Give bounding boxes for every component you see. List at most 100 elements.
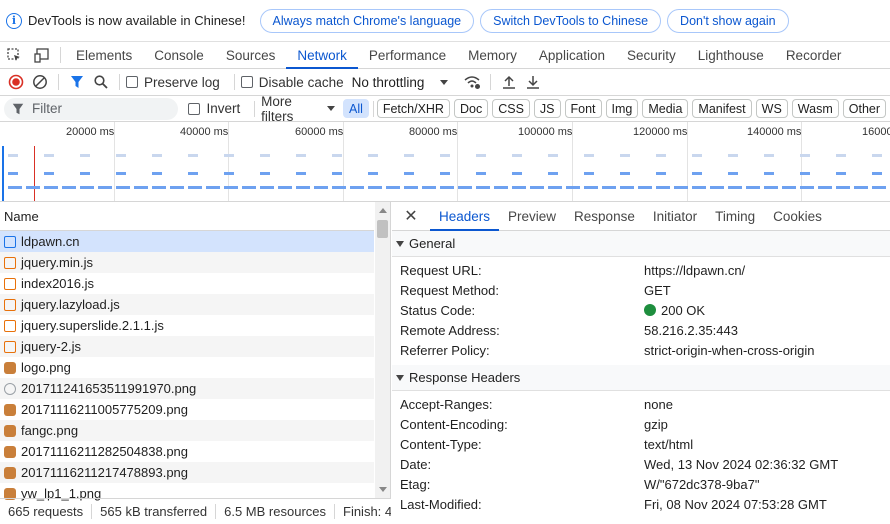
waterfall-bar [314, 186, 328, 189]
waterfall-bar [170, 186, 184, 189]
header-value: none [644, 396, 673, 412]
waterfall-bar [188, 154, 198, 157]
chip-img[interactable]: Img [605, 99, 639, 118]
tab-cookies[interactable]: Cookies [764, 202, 831, 230]
request-row[interactable]: 201711241653511991970.png [0, 378, 374, 399]
chip-css[interactable]: CSS [492, 99, 530, 118]
request-row[interactable]: fangc.png [0, 420, 374, 441]
request-name: ldpawn.cn [21, 234, 80, 249]
record-icon[interactable] [4, 70, 28, 94]
clear-icon[interactable] [28, 70, 52, 94]
tab-initiator[interactable]: Initiator [644, 202, 706, 230]
request-details-pane: ✕ Headers Preview Response Initiator Tim… [392, 202, 890, 524]
chip-doc[interactable]: Doc [453, 99, 489, 118]
tab-preview[interactable]: Preview [499, 202, 565, 230]
tab-network[interactable]: Network [286, 42, 358, 69]
search-icon[interactable] [89, 70, 113, 94]
chip-font[interactable]: Font [564, 99, 602, 118]
export-har-icon[interactable] [521, 70, 545, 94]
checkbox-box[interactable] [240, 76, 253, 88]
chip-js[interactable]: JS [533, 99, 561, 118]
waterfall-bar [692, 154, 702, 157]
device-toolbar-icon[interactable] [28, 42, 56, 68]
tab-timing[interactable]: Timing [706, 202, 764, 230]
chip-ws[interactable]: WS [755, 99, 788, 118]
request-name: 20171116211217478893.png [21, 465, 189, 480]
request-row[interactable]: jquery.superslide.2.1.1.js [0, 315, 374, 336]
waterfall-bar [44, 154, 54, 157]
disable-cache-checkbox[interactable]: Disable cache [240, 74, 344, 90]
waterfall-bar [584, 172, 594, 175]
disable-cache-label: Disable cache [258, 74, 344, 90]
preserve-log-checkbox[interactable]: Preserve log [126, 75, 220, 90]
response-headers-section-toggle[interactable]: Response Headers [392, 365, 890, 391]
waterfall-bar [710, 186, 724, 189]
chip-fetch-xhr[interactable]: Fetch/XHR [376, 99, 450, 118]
checkbox-box[interactable] [126, 76, 138, 88]
waterfall-bar [458, 186, 472, 189]
toolbar-separator [372, 100, 374, 117]
request-list: ldpawn.cn jquery.min.js index2016.js jquery… [0, 231, 374, 504]
import-har-icon[interactable] [497, 70, 521, 94]
waterfall-bar [494, 186, 508, 189]
header-value: 58.216.2.35:443 [644, 322, 738, 338]
request-row[interactable]: ldpawn.cn [0, 231, 374, 252]
request-row[interactable]: 20171116211217478893.png [0, 462, 374, 483]
chip-manifest[interactable]: Manifest [692, 99, 752, 118]
header-value: W/"672dc378-9ba7" [644, 476, 760, 492]
timeline-tick-label: 120000 ms [633, 126, 688, 138]
chip-wasm[interactable]: Wasm [791, 99, 839, 118]
waterfall-bar [386, 186, 400, 189]
inspect-element-icon[interactable] [0, 42, 28, 68]
request-row[interactable]: jquery-2.js [0, 336, 374, 357]
throttling-select[interactable]: No throttling [352, 75, 449, 90]
tab-console[interactable]: Console [143, 42, 215, 68]
invert-checkbox[interactable]: Invert [188, 101, 240, 116]
waterfall-bar [584, 154, 594, 157]
tab-application[interactable]: Application [528, 42, 616, 68]
request-row[interactable]: logo.png [0, 357, 374, 378]
filter-funnel-icon[interactable] [65, 70, 89, 94]
request-row[interactable]: jquery.min.js [0, 252, 374, 273]
tab-lighthouse[interactable]: Lighthouse [687, 42, 775, 68]
tab-headers[interactable]: Headers [430, 202, 500, 231]
waterfall-bar [404, 186, 418, 189]
network-conditions-icon[interactable] [460, 70, 484, 94]
scroll-thumb[interactable] [377, 220, 388, 238]
tab-sources[interactable]: Sources [215, 42, 287, 68]
waterfall-bar [728, 186, 742, 189]
header-key: Last-Modified: [400, 496, 482, 512]
request-list-scrollbar[interactable] [375, 202, 390, 498]
switch-to-chinese-button[interactable]: Switch DevTools to Chinese [480, 8, 662, 33]
tab-elements[interactable]: Elements [65, 42, 143, 68]
checkbox-box[interactable] [188, 102, 201, 115]
request-row[interactable]: 20171116211005775209.png [0, 399, 374, 420]
header-row: Request Method: GET [392, 280, 890, 300]
header-row: Content-Type: text/html [392, 434, 890, 454]
caret-down-icon [396, 374, 404, 381]
chip-all[interactable]: All [343, 99, 369, 118]
match-chrome-language-button[interactable]: Always match Chrome's language [259, 8, 475, 33]
scroll-up-icon[interactable] [379, 208, 387, 213]
waterfall-bar [152, 172, 162, 175]
general-section-toggle[interactable]: General [392, 231, 890, 257]
filter-input[interactable]: Filter [4, 97, 179, 120]
request-row[interactable]: jquery.lazyload.js [0, 294, 374, 315]
network-overview-timeline[interactable]: 20000 ms 40000 ms 60000 ms 80000 ms 1000… [0, 122, 890, 202]
more-filters-dropdown[interactable]: More filters [261, 94, 335, 124]
close-icon[interactable]: ✕ [392, 202, 430, 230]
dont-show-again-button[interactable]: Don't show again [667, 8, 789, 33]
tab-recorder[interactable]: Recorder [775, 42, 853, 68]
chip-media[interactable]: Media [642, 99, 689, 118]
request-row[interactable]: index2016.js [0, 273, 374, 294]
tab-security[interactable]: Security [616, 42, 687, 68]
scroll-down-icon[interactable] [379, 487, 387, 492]
request-row[interactable]: 20171116211282504838.png [0, 441, 374, 462]
name-column-header[interactable]: Name [0, 202, 374, 231]
tab-memory[interactable]: Memory [457, 42, 528, 68]
tab-performance[interactable]: Performance [358, 42, 457, 68]
waterfall-bar [404, 172, 414, 175]
chip-other[interactable]: Other [842, 99, 887, 118]
tab-response[interactable]: Response [565, 202, 644, 230]
waterfall-bar [872, 154, 882, 157]
